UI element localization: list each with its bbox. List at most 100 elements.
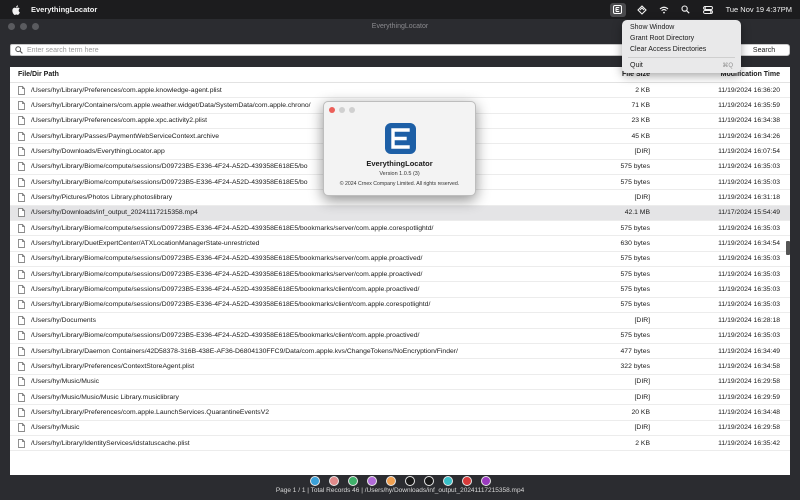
row-time: 11/19/2024 16:29:58 [718, 424, 780, 432]
row-path: /Users/hy/Library/Daemon Containers/42D5… [31, 347, 458, 355]
row-path: /Users/hy/Downloads/inf_output_202411172… [31, 209, 198, 217]
apple-icon[interactable] [11, 4, 21, 15]
file-icon [18, 239, 25, 248]
row-path: /Users/hy/Library/Biome/compute/sessions… [31, 286, 420, 294]
row-time: 11/19/2024 16:35:03 [718, 178, 780, 186]
menu-item-label: Grant Root Directory [630, 35, 695, 42]
table-row[interactable]: /Users/hy/Library/Preferences/com.apple.… [10, 83, 790, 99]
file-icon [18, 223, 25, 233]
row-time: 11/19/2024 16:35:03 [718, 286, 780, 294]
shortcuts-icon[interactable] [636, 4, 648, 16]
table-row[interactable]: /Users/hy/Library/Biome/compute/sessions… [10, 282, 790, 298]
row-time: 11/19/2024 16:31:18 [718, 194, 780, 202]
file-icon [18, 147, 25, 156]
row-time: 11/19/2024 16:34:38 [718, 117, 780, 125]
file-icon [18, 362, 25, 371]
color-swatch[interactable] [310, 476, 320, 486]
color-swatch[interactable] [424, 476, 434, 486]
row-time: 11/19/2024 16:34:49 [718, 347, 780, 355]
menubar-app-name[interactable]: EverythingLocator [31, 5, 97, 14]
table-row[interactable]: /Users/hy/Library/DuetExpertCenter/ATXLo… [10, 236, 790, 252]
row-path: /Users/hy/Library/Biome/compute/sessions… [31, 332, 420, 340]
table-row[interactable]: /Users/hy/Library/Biome/compute/sessions… [10, 267, 790, 283]
file-icon [18, 377, 25, 387]
row-time: 11/19/2024 16:29:59 [718, 393, 780, 401]
menubar-clock[interactable]: Tue Nov 19 4:37PM [726, 5, 792, 14]
row-size: 575 bytes [620, 163, 650, 171]
menu-item-quit[interactable]: Quit ⌘Q [622, 60, 741, 71]
row-path-cell: /Users/hy/Library/DuetExpertCenter/ATXLo… [10, 239, 526, 248]
row-size: 575 bytes [620, 270, 650, 278]
row-size: [DIR] [634, 194, 650, 202]
table-row[interactable]: /Users/hy/Library/IdentityServices/idsta… [10, 436, 790, 452]
color-swatch[interactable] [367, 476, 377, 486]
color-swatch[interactable] [386, 476, 396, 486]
row-size: 2 KB [635, 86, 650, 94]
table-row[interactable]: /Users/hy/Library/Biome/compute/sessions… [10, 252, 790, 268]
row-path-cell: /Users/hy/Library/IdentityServices/idsta… [10, 438, 526, 448]
row-path: /Users/hy/Library/Biome/compute/sessions… [31, 301, 431, 309]
scrollbar[interactable] [786, 83, 790, 475]
table-row[interactable]: /Users/hy/Library/Biome/compute/sessions… [10, 329, 790, 344]
table-row[interactable]: /Users/hy/Music [DIR] 11/19/2024 16:29:58 [10, 421, 790, 436]
row-time: 11/19/2024 16:07:54 [718, 148, 780, 156]
row-time: 11/19/2024 16:29:58 [718, 378, 780, 386]
spotlight-search-icon[interactable] [680, 4, 692, 16]
table-row[interactable]: /Users/hy/Library/Biome/compute/sessions… [10, 298, 790, 314]
row-path: /Users/hy/Library/Containers/com.apple.w… [31, 102, 311, 110]
row-size: [DIR] [634, 316, 650, 324]
row-time: 11/19/2024 16:34:48 [718, 408, 780, 416]
menu-item-clear-access-directories[interactable]: Clear Access Directories [622, 44, 741, 55]
row-time: 11/19/2024 16:35:03 [718, 301, 780, 309]
file-icon [18, 101, 25, 110]
color-swatch[interactable] [481, 476, 491, 486]
header-path[interactable]: File/Dir Path [10, 71, 526, 78]
row-size: [DIR] [634, 148, 650, 156]
table-row[interactable]: /Users/hy/Documents [DIR] 11/19/2024 16:28… [10, 313, 790, 329]
file-icon [18, 254, 25, 264]
file-icon [18, 131, 25, 141]
row-path-cell: /Users/hy/Music [10, 423, 526, 433]
row-path: /Users/hy/Library/Preferences/com.apple.… [31, 86, 222, 94]
menu-item-grant-root-directory[interactable]: Grant Root Directory [622, 33, 741, 44]
row-size: 575 bytes [620, 178, 650, 186]
color-swatch[interactable] [462, 476, 472, 486]
menu-item-show-window[interactable]: Show Window [622, 22, 741, 33]
table-row[interactable]: /Users/hy/Library/Preferences/com.apple.… [10, 405, 790, 421]
control-center-icon[interactable] [702, 4, 714, 16]
row-time: 11/19/2024 16:28:18 [718, 316, 780, 324]
app-logo-icon [385, 123, 416, 154]
row-size: [DIR] [634, 393, 650, 401]
row-size: 575 bytes [620, 224, 650, 232]
status-bar: Page 1 / 1 | Total Records 46 | /Users/h… [275, 487, 525, 494]
row-size: 575 bytes [620, 255, 650, 263]
row-path-cell: /Users/hy/Library/Biome/compute/sessions… [10, 285, 526, 294]
table-row[interactable]: /Users/hy/Library/Preferences/ContextSto… [10, 359, 790, 375]
about-app-name: EverythingLocator [366, 159, 433, 168]
about-close-button[interactable] [329, 107, 335, 113]
wifi-icon[interactable] [658, 4, 670, 16]
color-swatch[interactable] [405, 476, 415, 486]
row-size: 630 bytes [620, 240, 650, 248]
color-swatch[interactable] [348, 476, 358, 486]
row-time: 11/19/2024 16:35:03 [718, 224, 780, 232]
table-row[interactable]: /Users/hy/Library/Daemon Containers/42D5… [10, 344, 790, 360]
row-path: /Users/hy/Library/Passes/PaymentWebServi… [31, 132, 219, 140]
menu-bar: EverythingLocator Tue Nov 19 4:37PM [0, 0, 800, 19]
row-path: /Users/hy/Documents [31, 316, 96, 324]
everythinglocator-status-icon[interactable] [609, 2, 626, 17]
menu-item-label: Show Window [630, 24, 675, 31]
row-time: 11/17/2024 15:54:49 [718, 209, 780, 217]
table-row[interactable]: /Users/hy/Downloads/inf_output_202411172… [10, 205, 790, 222]
row-path: /Users/hy/Downloads/EverythingLocator.ap… [31, 148, 165, 156]
row-time: 11/19/2024 16:35:03 [718, 163, 780, 171]
table-row[interactable]: /Users/hy/Library/Biome/compute/sessions… [10, 221, 790, 237]
search-button[interactable]: Search [738, 44, 790, 56]
color-swatches [310, 476, 491, 486]
table-row[interactable]: /Users/hy/Music/Music [DIR] 11/19/2024 16:… [10, 375, 790, 390]
row-size: 2 KB [635, 439, 650, 447]
table-row[interactable]: /Users/hy/Music/Music/Music Library.musi… [10, 390, 790, 406]
color-swatch[interactable] [443, 476, 453, 486]
scrollbar-thumb[interactable] [786, 241, 790, 255]
color-swatch[interactable] [329, 476, 339, 486]
